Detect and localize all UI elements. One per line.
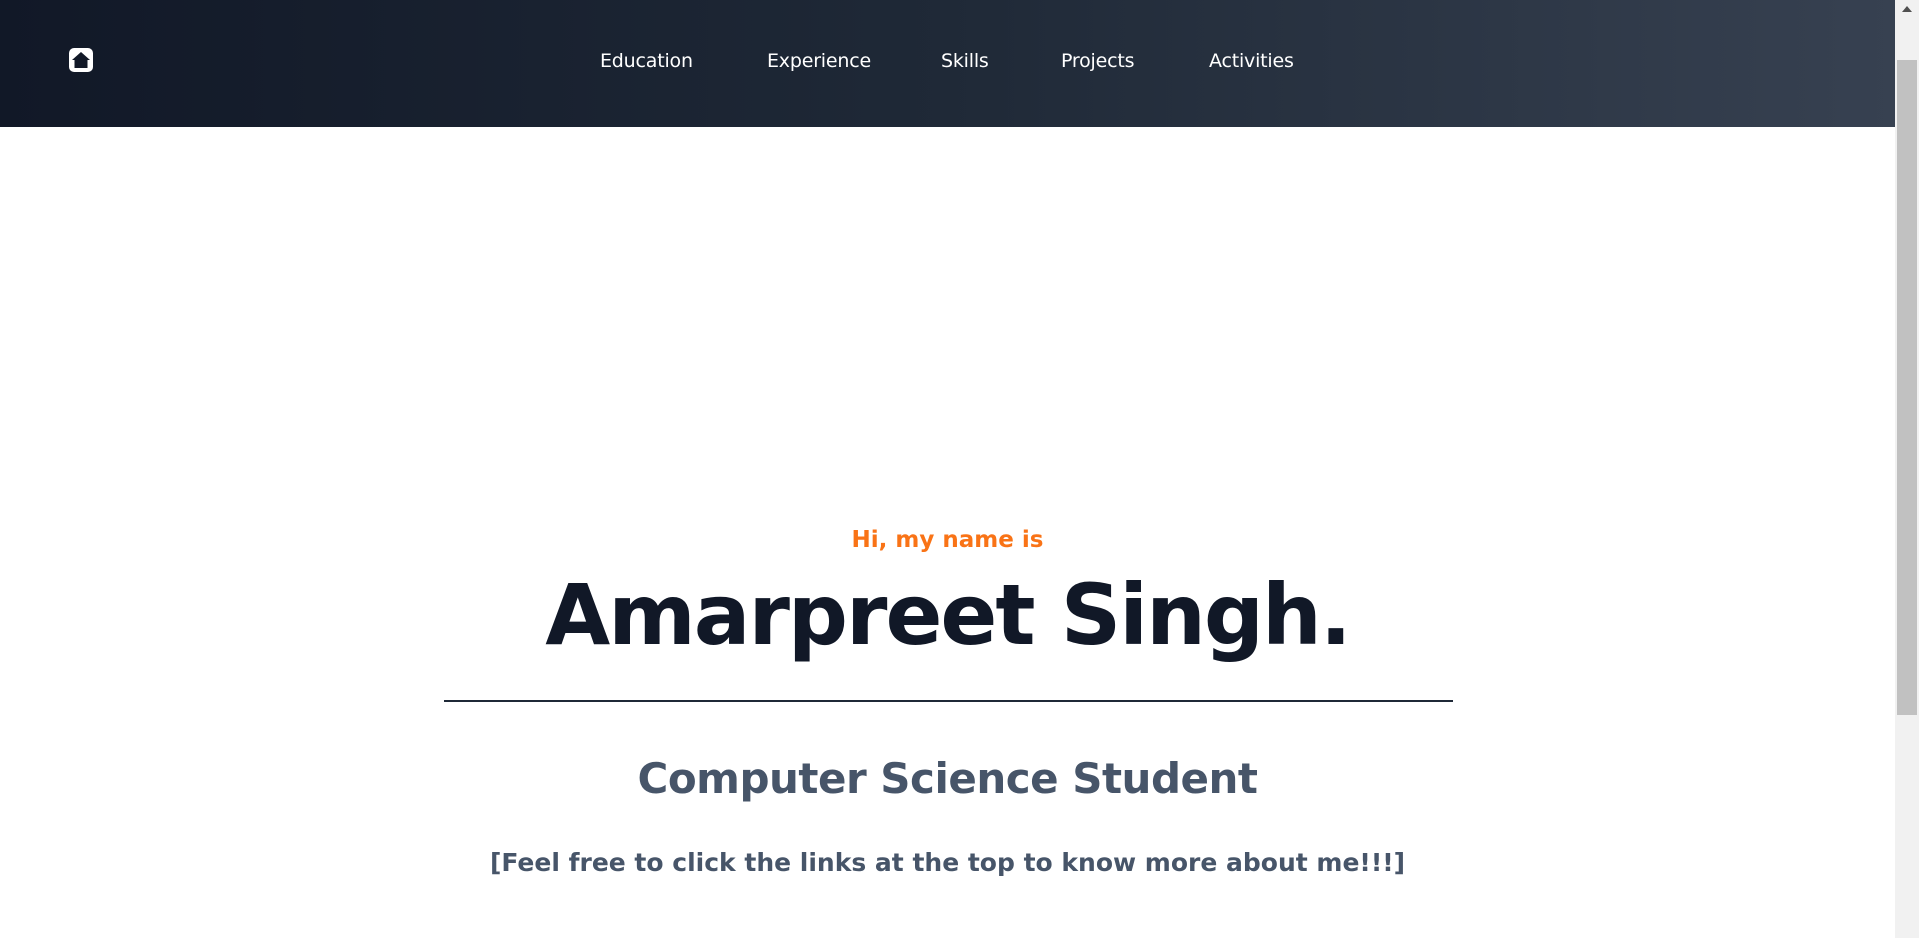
scroll-thumb[interactable] bbox=[1897, 60, 1917, 715]
nav-link-activities[interactable]: Activities bbox=[1209, 47, 1294, 75]
tagline-text: [Feel free to click the links at the top… bbox=[489, 848, 1406, 877]
nav-link-education[interactable]: Education bbox=[600, 47, 693, 75]
scroll-up-arrow-icon[interactable] bbox=[1895, 0, 1919, 17]
nav-link-skills[interactable]: Skills bbox=[941, 47, 989, 75]
vertical-scrollbar[interactable] bbox=[1895, 0, 1919, 938]
nav-links: Education Experience Skills Projects Act… bbox=[0, 47, 1895, 75]
nav-link-projects[interactable]: Projects bbox=[1061, 47, 1135, 75]
page: Education Experience Skills Projects Act… bbox=[0, 0, 1895, 938]
top-navbar: Education Experience Skills Projects Act… bbox=[0, 0, 1895, 127]
name-heading: Amarpreet Singh. bbox=[545, 566, 1351, 664]
greeting-text: Hi, my name is bbox=[851, 527, 1044, 553]
nav-link-experience[interactable]: Experience bbox=[767, 47, 871, 75]
divider bbox=[444, 700, 1453, 702]
role-heading: Computer Science Student bbox=[637, 754, 1259, 803]
hero-section: Hi, my name is Amarpreet Singh. Computer… bbox=[0, 127, 1895, 938]
